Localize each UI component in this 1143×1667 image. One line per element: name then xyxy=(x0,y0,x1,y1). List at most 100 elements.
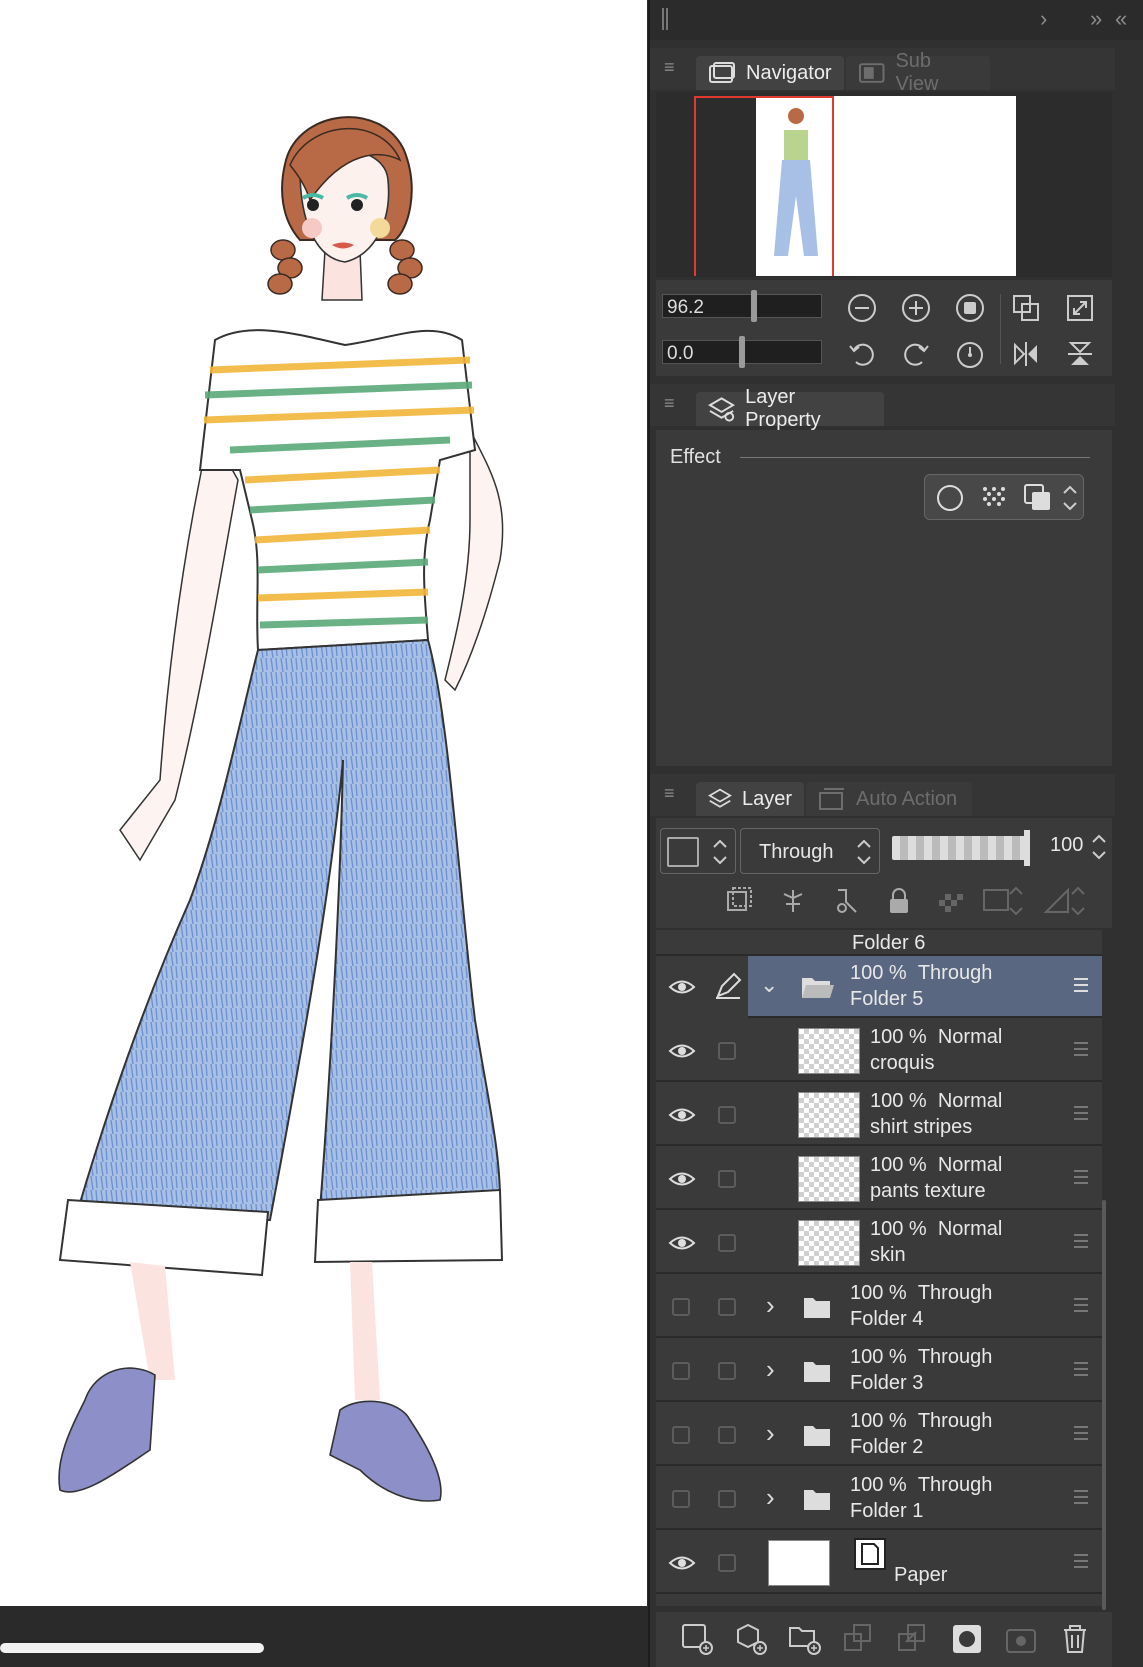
eye-icon[interactable] xyxy=(668,974,696,1000)
flip-vertical-button[interactable] xyxy=(1062,336,1098,372)
edit-target-checkbox[interactable] xyxy=(718,1426,736,1444)
hamburger-icon[interactable] xyxy=(1074,1168,1088,1186)
edit-target-checkbox[interactable] xyxy=(718,1042,736,1060)
layer-row-folder-3[interactable]: › 100 % Through Folder 3 xyxy=(656,1340,1102,1402)
trash-icon[interactable] xyxy=(1058,1622,1092,1656)
visibility-checkbox[interactable] xyxy=(672,1362,690,1380)
navigator-preview[interactable] xyxy=(656,92,1112,277)
rotate-left-button[interactable] xyxy=(844,336,880,372)
double-chevron-left-icon[interactable]: « xyxy=(1115,6,1127,32)
tab-navigator[interactable]: Navigator xyxy=(696,56,844,90)
chevron-right-icon[interactable]: › xyxy=(766,1354,775,1385)
hamburger-icon[interactable] xyxy=(1074,1424,1088,1442)
opacity-value[interactable]: 100 xyxy=(1050,834,1083,857)
fit-to-screen-button[interactable] xyxy=(1008,290,1044,326)
layer-color-icon[interactable] xyxy=(1023,483,1053,513)
layer-row-folder-2[interactable]: › 100 % Through Folder 2 xyxy=(656,1404,1102,1466)
rotation-slider[interactable]: 0.0 xyxy=(662,336,822,368)
chevron-right-icon[interactable]: › xyxy=(766,1418,775,1449)
visibility-checkbox[interactable] xyxy=(672,1426,690,1444)
panel-grip[interactable] xyxy=(666,8,668,30)
hamburger-icon[interactable] xyxy=(1074,1232,1088,1250)
merge-down-icon[interactable] xyxy=(896,1622,930,1656)
eye-icon[interactable] xyxy=(668,1166,696,1192)
chevron-right-icon[interactable]: › xyxy=(766,1290,775,1321)
edit-target-checkbox[interactable] xyxy=(718,1298,736,1316)
layer-row-folder-1[interactable]: › 100 % Through Folder 1 xyxy=(656,1468,1102,1530)
blend-mode-select[interactable]: Through xyxy=(740,828,880,874)
double-chevron-right-icon[interactable]: » xyxy=(1090,6,1102,32)
zoom-in-button[interactable] xyxy=(898,290,934,326)
opacity-slider[interactable] xyxy=(892,830,1030,866)
flip-horizontal-button[interactable] xyxy=(1008,336,1044,372)
ruler-select-icon[interactable] xyxy=(1044,884,1092,918)
new-folder-icon[interactable] xyxy=(788,1622,822,1656)
panel-grip[interactable] xyxy=(662,8,664,30)
edit-target-checkbox[interactable] xyxy=(718,1554,736,1572)
rotate-right-button[interactable] xyxy=(898,336,934,372)
hamburger-icon[interactable] xyxy=(1074,1104,1088,1122)
actual-size-button[interactable] xyxy=(1062,290,1098,326)
border-effect-icon[interactable] xyxy=(935,483,965,513)
canvas-area[interactable] xyxy=(0,0,648,1667)
fit-view-button[interactable] xyxy=(952,290,988,326)
eye-icon[interactable] xyxy=(668,1102,696,1128)
hamburger-icon[interactable] xyxy=(1074,1296,1088,1314)
hamburger-icon[interactable] xyxy=(1074,1040,1088,1058)
chevron-down-icon[interactable]: ⌄ xyxy=(760,972,778,998)
hamburger-icon[interactable] xyxy=(1074,1552,1088,1570)
tab-subview[interactable]: Sub View xyxy=(846,50,990,95)
mask-select-icon[interactable] xyxy=(982,884,1030,918)
transfer-down-icon[interactable] xyxy=(842,1622,876,1656)
hamburger-icon[interactable] xyxy=(1074,1488,1088,1506)
zoom-out-button[interactable] xyxy=(844,290,880,326)
rotation-value[interactable]: 0.0 xyxy=(667,343,693,365)
chevron-updown-icon[interactable] xyxy=(1090,832,1108,862)
tab-layer[interactable]: Layer xyxy=(696,782,804,816)
apply-mask-icon[interactable] xyxy=(1004,1622,1038,1656)
layer-row-folder-4[interactable]: › 100 % Through Folder 4 xyxy=(656,1276,1102,1338)
lock-icon[interactable] xyxy=(884,886,914,916)
tab-auto-action[interactable]: Auto Action xyxy=(806,782,972,816)
layer-color-select[interactable] xyxy=(660,828,736,874)
reference-layer-icon[interactable] xyxy=(778,886,808,916)
tone-effect-icon[interactable] xyxy=(979,483,1009,513)
layer-row-shirt-stripes[interactable]: 100 % Normal shirt stripes xyxy=(656,1084,1102,1146)
edit-target-checkbox[interactable] xyxy=(718,1106,736,1124)
edit-target-checkbox[interactable] xyxy=(718,1490,736,1508)
new-vector-layer-icon[interactable] xyxy=(734,1622,768,1656)
layer-row-folder-5[interactable]: ⌄ 100 % Through Folder 5 xyxy=(656,956,1102,1018)
hamburger-icon[interactable]: ≡ xyxy=(664,784,680,802)
hamburger-icon[interactable] xyxy=(1074,1360,1088,1378)
hamburger-icon[interactable]: ≡ xyxy=(664,58,680,76)
zoom-slider[interactable]: 96.2 xyxy=(662,290,822,322)
hamburger-icon[interactable] xyxy=(1074,976,1088,994)
chevron-right-icon[interactable]: › xyxy=(1040,6,1047,32)
drawing-canvas[interactable] xyxy=(0,0,647,1606)
chevron-updown-icon[interactable] xyxy=(1061,483,1079,513)
tab-layer-property[interactable]: Layer Property xyxy=(696,386,884,431)
layer-row-croquis[interactable]: 100 % Normal croquis xyxy=(656,1020,1102,1082)
layer-mask-icon[interactable] xyxy=(950,1622,984,1656)
clip-layer-icon[interactable] xyxy=(724,886,754,916)
edit-target-checkbox[interactable] xyxy=(718,1362,736,1380)
layer-row-pants-texture[interactable]: 100 % Normal pants texture xyxy=(656,1148,1102,1210)
opacity-slider-handle[interactable] xyxy=(1024,830,1030,866)
eye-icon[interactable] xyxy=(668,1550,696,1576)
eye-icon[interactable] xyxy=(668,1038,696,1064)
layer-row-skin[interactable]: 100 % Normal skin xyxy=(656,1212,1102,1274)
eye-icon[interactable] xyxy=(668,1230,696,1256)
chevron-right-icon[interactable]: › xyxy=(766,1482,775,1513)
draft-layer-icon[interactable] xyxy=(832,886,862,916)
navigator-view-rect[interactable] xyxy=(694,96,834,276)
scrollbar-thumb[interactable] xyxy=(0,1643,264,1653)
lock-transparency-icon[interactable] xyxy=(936,886,966,916)
visibility-checkbox[interactable] xyxy=(672,1298,690,1316)
hamburger-icon[interactable]: ≡ xyxy=(664,394,680,412)
edit-target-checkbox[interactable] xyxy=(718,1234,736,1252)
reset-rotation-button[interactable] xyxy=(952,336,988,372)
layer-list-scrollbar[interactable] xyxy=(1102,1200,1106,1610)
zoom-slider-handle[interactable] xyxy=(751,290,757,322)
new-raster-layer-icon[interactable] xyxy=(680,1622,714,1656)
edit-target-checkbox[interactable] xyxy=(718,1170,736,1188)
